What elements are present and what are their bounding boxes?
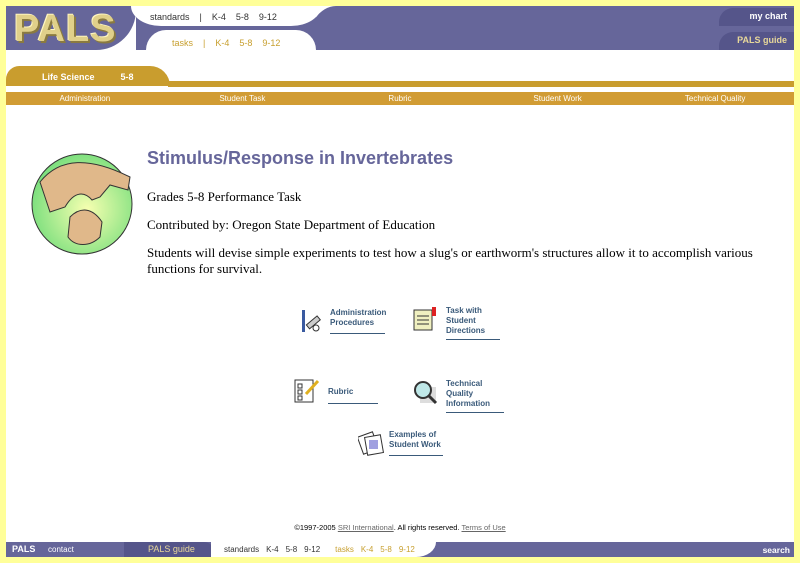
copyright-year: ©1997-2005 (294, 523, 336, 532)
page: PALS standards | K-4 5-8 9-12 tasks | K-… (6, 6, 794, 557)
footer-std-912[interactable]: 9-12 (304, 545, 320, 554)
contributor-text: Contributed by: Oregon State Department … (147, 217, 436, 232)
subnav-technical-quality[interactable]: Technical Quality (636, 92, 794, 105)
sub-nav: Administration Student Task Rubric Stude… (6, 92, 794, 105)
subject-label: Life Science (42, 72, 95, 82)
footer-task-912[interactable]: 9-12 (399, 545, 415, 554)
link-task[interactable]: Task with Student Directions (412, 306, 500, 340)
pals-guide-button[interactable]: PALS guide (719, 32, 794, 50)
pencil-ruler-icon (302, 310, 321, 332)
standards-912[interactable]: 9-12 (259, 12, 277, 22)
divider (168, 81, 794, 87)
grades-text: Grades 5-8 Performance Task (147, 189, 302, 204)
link-label: Information (446, 399, 490, 408)
link-label: Student Directions (446, 316, 486, 335)
link-label: Procedures (330, 318, 375, 327)
link-technical-quality[interactable]: Technical Quality Information (412, 379, 504, 413)
link-label: Examples of (389, 430, 437, 439)
standards-nav: standards | K-4 5-8 9-12 (150, 12, 277, 22)
subnav-student-work[interactable]: Student Work (479, 92, 637, 105)
footer-std-58[interactable]: 5-8 (286, 545, 298, 554)
footer-task-k4[interactable]: K-4 (361, 545, 373, 554)
standards-58[interactable]: 5-8 (236, 12, 249, 22)
footer-contact[interactable]: contact (48, 545, 74, 554)
subnav-administration[interactable]: Administration (6, 92, 164, 105)
footer-std-k4[interactable]: K-4 (266, 545, 278, 554)
sri-link[interactable]: SRI International (338, 523, 394, 532)
my-chart-button[interactable]: my chart (719, 8, 794, 26)
copyright: ©1997-2005 SRI International. All rights… (6, 523, 794, 532)
footer-standards-nav: standards K-4 5-8 9-12 tasks K-4 5-8 9-1… (224, 545, 415, 554)
subnav-student-task[interactable]: Student Task (164, 92, 322, 105)
papers-icon (358, 431, 384, 456)
grade-label: 5-8 (120, 72, 134, 82)
magnifier-icon (414, 381, 438, 405)
tasks-nav: tasks | K-4 5-8 9-12 (172, 38, 280, 48)
tasks-link[interactable]: tasks (172, 38, 193, 48)
checklist-icon (294, 379, 320, 403)
page-title: Stimulus/Response in Invertebrates (147, 148, 454, 168)
footer-standards[interactable]: standards (224, 545, 259, 554)
pals-logo[interactable]: PALS (14, 8, 117, 51)
tasks-58[interactable]: 5-8 (239, 38, 252, 48)
subject-tab: Life Science 5-8 (6, 66, 170, 86)
link-label: Student Work (389, 440, 441, 449)
rights-text: . All rights reserved. (393, 523, 460, 532)
footer-pals[interactable]: PALS (12, 544, 35, 554)
description-text: Students will devise simple experiments … (147, 245, 753, 276)
hands-illustration (31, 153, 133, 255)
footer-task-58[interactable]: 5-8 (380, 545, 392, 554)
link-label: Rubric (328, 387, 354, 396)
footer-pals-guide[interactable]: PALS guide (148, 544, 195, 554)
separator: | (199, 12, 202, 22)
tasks-k4[interactable]: K-4 (215, 38, 229, 48)
tasks-912[interactable]: 9-12 (262, 38, 280, 48)
link-label: Task with (446, 306, 482, 315)
terms-link[interactable]: Terms of Use (462, 523, 506, 532)
footer-search[interactable]: search (763, 545, 790, 555)
link-student-work[interactable]: Examples of Student Work (358, 430, 443, 456)
subnav-rubric[interactable]: Rubric (321, 92, 479, 105)
footer-tasks[interactable]: tasks (335, 545, 354, 554)
link-label: Administration (330, 308, 387, 317)
separator: | (203, 38, 206, 48)
link-administration[interactable]: Administration Procedures (296, 308, 387, 334)
link-label: Technical Quality (446, 379, 483, 398)
standards-k4[interactable]: K-4 (212, 12, 226, 22)
document-icon (413, 307, 436, 331)
link-rubric[interactable]: Rubric (294, 378, 378, 404)
standards-link[interactable]: standards (150, 12, 190, 22)
